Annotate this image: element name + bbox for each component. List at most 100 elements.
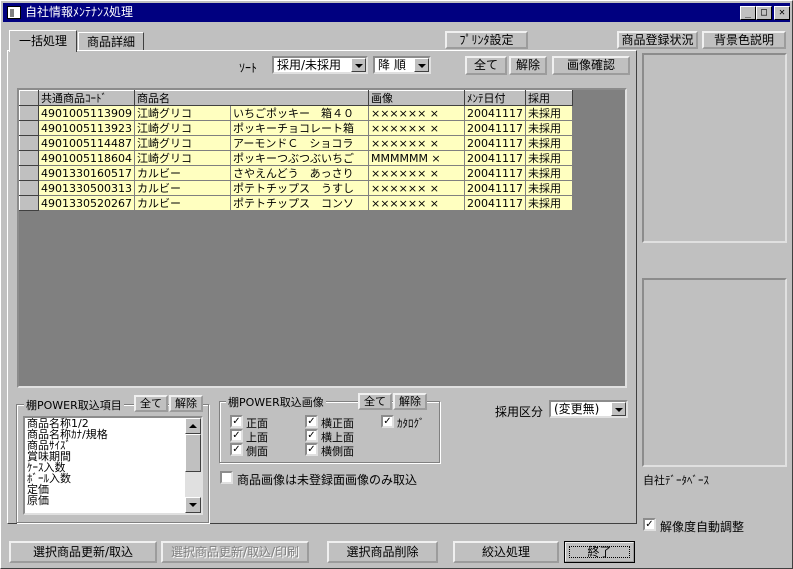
cell-maker[interactable]: カルビー: [134, 195, 231, 211]
cell-maker[interactable]: 江崎グリコ: [134, 105, 231, 121]
filter-button[interactable]: 絞込処理: [453, 541, 559, 563]
image-type-checkbox[interactable]: ✓: [381, 415, 394, 428]
cell-date[interactable]: 20041117: [464, 135, 526, 151]
table-row[interactable]: 4901005113923 江崎グリコ ポッキーチョコレート箱 ×××××× × 200…: [19, 120, 573, 136]
cell-image[interactable]: ×××××× ×: [368, 135, 465, 151]
cell-status[interactable]: 未採用: [525, 150, 573, 166]
col-product-name[interactable]: 商品名: [133, 90, 369, 106]
cell-status[interactable]: 未採用: [525, 195, 573, 211]
cell-maker[interactable]: 江崎グリコ: [134, 150, 231, 166]
chevron-down-icon[interactable]: [611, 402, 626, 416]
tab-product-detail[interactable]: 商品詳細: [78, 32, 144, 51]
list-item[interactable]: 定価: [25, 484, 201, 495]
cell-date[interactable]: 20041117: [464, 105, 526, 121]
cell-status[interactable]: 未採用: [525, 165, 573, 181]
cell-image[interactable]: ×××××× ×: [368, 105, 465, 121]
cell-code[interactable]: 4901005113923: [38, 120, 135, 136]
cell-name[interactable]: いちごポッキー 箱４０: [230, 105, 369, 121]
cell-image[interactable]: ×××××× ×: [368, 120, 465, 136]
cell-date[interactable]: 20041117: [464, 165, 526, 181]
image-type-checkbox[interactable]: ✓: [305, 415, 318, 428]
cell-date[interactable]: 20041117: [464, 180, 526, 196]
title-bar[interactable]: 自社情報ﾒﾝﾃﾅﾝｽ処理 _ □ ✕: [3, 3, 790, 22]
cell-date[interactable]: 20041117: [464, 195, 526, 211]
image-type-checkbox[interactable]: ✓: [230, 443, 243, 456]
auto-resolution-checkbox[interactable]: ✓: [643, 518, 656, 531]
cell-maker[interactable]: 江崎グリコ: [134, 135, 231, 151]
update-import-button[interactable]: 選択商品更新/取込: [9, 541, 157, 563]
exit-button[interactable]: 終了: [564, 541, 635, 563]
cell-code[interactable]: 4901330520267: [38, 195, 135, 211]
table-row[interactable]: 4901330160517 カルビー さやえんどう あっさり ×××××× × 2004…: [19, 165, 573, 181]
list-item[interactable]: ﾎﾞｰﾙ入数: [25, 473, 201, 484]
select-all-button[interactable]: 全て: [465, 56, 507, 75]
cell-image[interactable]: MMMMMM ×: [368, 150, 465, 166]
col-adoption[interactable]: 採用: [524, 90, 573, 106]
cell-code[interactable]: 4901005113909: [38, 105, 135, 121]
table-row[interactable]: 4901005113909 江崎グリコ いちごポッキー 箱４０ ×××××× × 200…: [19, 105, 573, 121]
import-items-scrollbar[interactable]: [185, 418, 201, 513]
image-type-checkbox[interactable]: ✓: [230, 415, 243, 428]
table-row[interactable]: 4901005118604 江崎グリコ ポッキーつぶつぶいちご MMMMMM × 200…: [19, 150, 573, 166]
unregistered-only-checkbox[interactable]: [220, 471, 233, 484]
col-image[interactable]: 画像: [367, 90, 465, 106]
cell-image[interactable]: ×××××× ×: [368, 180, 465, 196]
cell-status[interactable]: 未採用: [525, 180, 573, 196]
import-images-all-button[interactable]: 全て: [358, 393, 392, 410]
scroll-down-icon[interactable]: [185, 497, 201, 513]
cell-status[interactable]: 未採用: [525, 135, 573, 151]
sort-field-select[interactable]: 採用/未採用: [272, 56, 368, 74]
import-items-all-button[interactable]: 全て: [134, 395, 168, 412]
cell-name[interactable]: ポテトチップス コンソ: [230, 195, 369, 211]
cell-code[interactable]: 4901330500313: [38, 180, 135, 196]
registration-status-button[interactable]: 商品登録状況: [617, 31, 698, 49]
maximize-button[interactable]: □: [756, 6, 772, 20]
cell-code[interactable]: 4901005118604: [38, 150, 135, 166]
cell-image[interactable]: ×××××× ×: [368, 195, 465, 211]
scroll-up-icon[interactable]: [185, 418, 201, 434]
chevron-down-icon[interactable]: [414, 58, 429, 72]
table-row[interactable]: 4901330520267 カルビー ポテトチップス コンソ ×××××× × 2004…: [19, 195, 573, 211]
cell-name[interactable]: ポッキーチョコレート箱: [230, 120, 369, 136]
image-type-checkbox[interactable]: ✓: [230, 429, 243, 442]
cell-name[interactable]: ポッキーつぶつぶいちご: [230, 150, 369, 166]
image-type-checkbox[interactable]: ✓: [305, 429, 318, 442]
print-setup-button[interactable]: ﾌﾟﾘﾝﾀ設定: [445, 31, 528, 49]
app-icon[interactable]: [7, 6, 21, 19]
row-selector[interactable]: [19, 180, 39, 196]
row-selector[interactable]: [19, 120, 39, 136]
import-images-release-button[interactable]: 解除: [393, 393, 427, 410]
cell-name[interactable]: さやえんどう あっさり: [230, 165, 369, 181]
sort-order-select[interactable]: 降 順: [373, 56, 431, 74]
row-selector[interactable]: [19, 135, 39, 151]
cell-code[interactable]: 4901005114487: [38, 135, 135, 151]
cell-name[interactable]: ポテトチップス うすし: [230, 180, 369, 196]
col-date[interactable]: ﾒﾝﾃ日付: [463, 90, 526, 106]
row-selector[interactable]: [19, 165, 39, 181]
bg-color-help-button[interactable]: 背景色説明: [702, 31, 786, 49]
cell-maker[interactable]: カルビー: [134, 180, 231, 196]
cell-code[interactable]: 4901330160517: [38, 165, 135, 181]
row-selector[interactable]: [19, 150, 39, 166]
table-row[interactable]: 4901330500313 カルビー ポテトチップス うすし ×××××× × 2004…: [19, 180, 573, 196]
cell-name[interactable]: アーモンドＣ ショコラ: [230, 135, 369, 151]
scroll-thumb[interactable]: [185, 434, 201, 472]
cell-status[interactable]: 未採用: [525, 105, 573, 121]
adoption-select[interactable]: (変更無): [549, 400, 628, 418]
row-selector[interactable]: [19, 105, 39, 121]
update-import-print-button[interactable]: 選択商品更新/取込/印刷: [161, 541, 309, 563]
col-code[interactable]: 共通商品ｺｰﾄﾞ: [38, 90, 135, 106]
minimize-button[interactable]: _: [740, 6, 756, 20]
cell-image[interactable]: ×××××× ×: [368, 165, 465, 181]
import-items-list[interactable]: 商品名称1/2 商品名称ｶﾅ/規格 商品ｻｲｽﾞ 賞味期間 ｹｰｽ入数 ﾎﾞｰﾙ入数 定価原…: [23, 416, 203, 515]
product-grid[interactable]: 共通商品ｺｰﾄﾞ 商品名 画像 ﾒﾝﾃ日付 採用 4901005113909 江崎…: [17, 88, 627, 388]
cell-maker[interactable]: カルビー: [134, 165, 231, 181]
cell-maker[interactable]: 江崎グリコ: [134, 120, 231, 136]
chevron-down-icon[interactable]: [351, 58, 366, 72]
delete-selected-button[interactable]: 選択商品削除: [327, 541, 438, 563]
cell-date[interactable]: 20041117: [464, 120, 526, 136]
cell-status[interactable]: 未採用: [525, 120, 573, 136]
tab-batch[interactable]: 一括処理: [9, 30, 77, 52]
image-type-checkbox[interactable]: ✓: [305, 443, 318, 456]
table-row[interactable]: 4901005114487 江崎グリコ アーモンドＣ ショコラ ×××××× × 200…: [19, 135, 573, 151]
